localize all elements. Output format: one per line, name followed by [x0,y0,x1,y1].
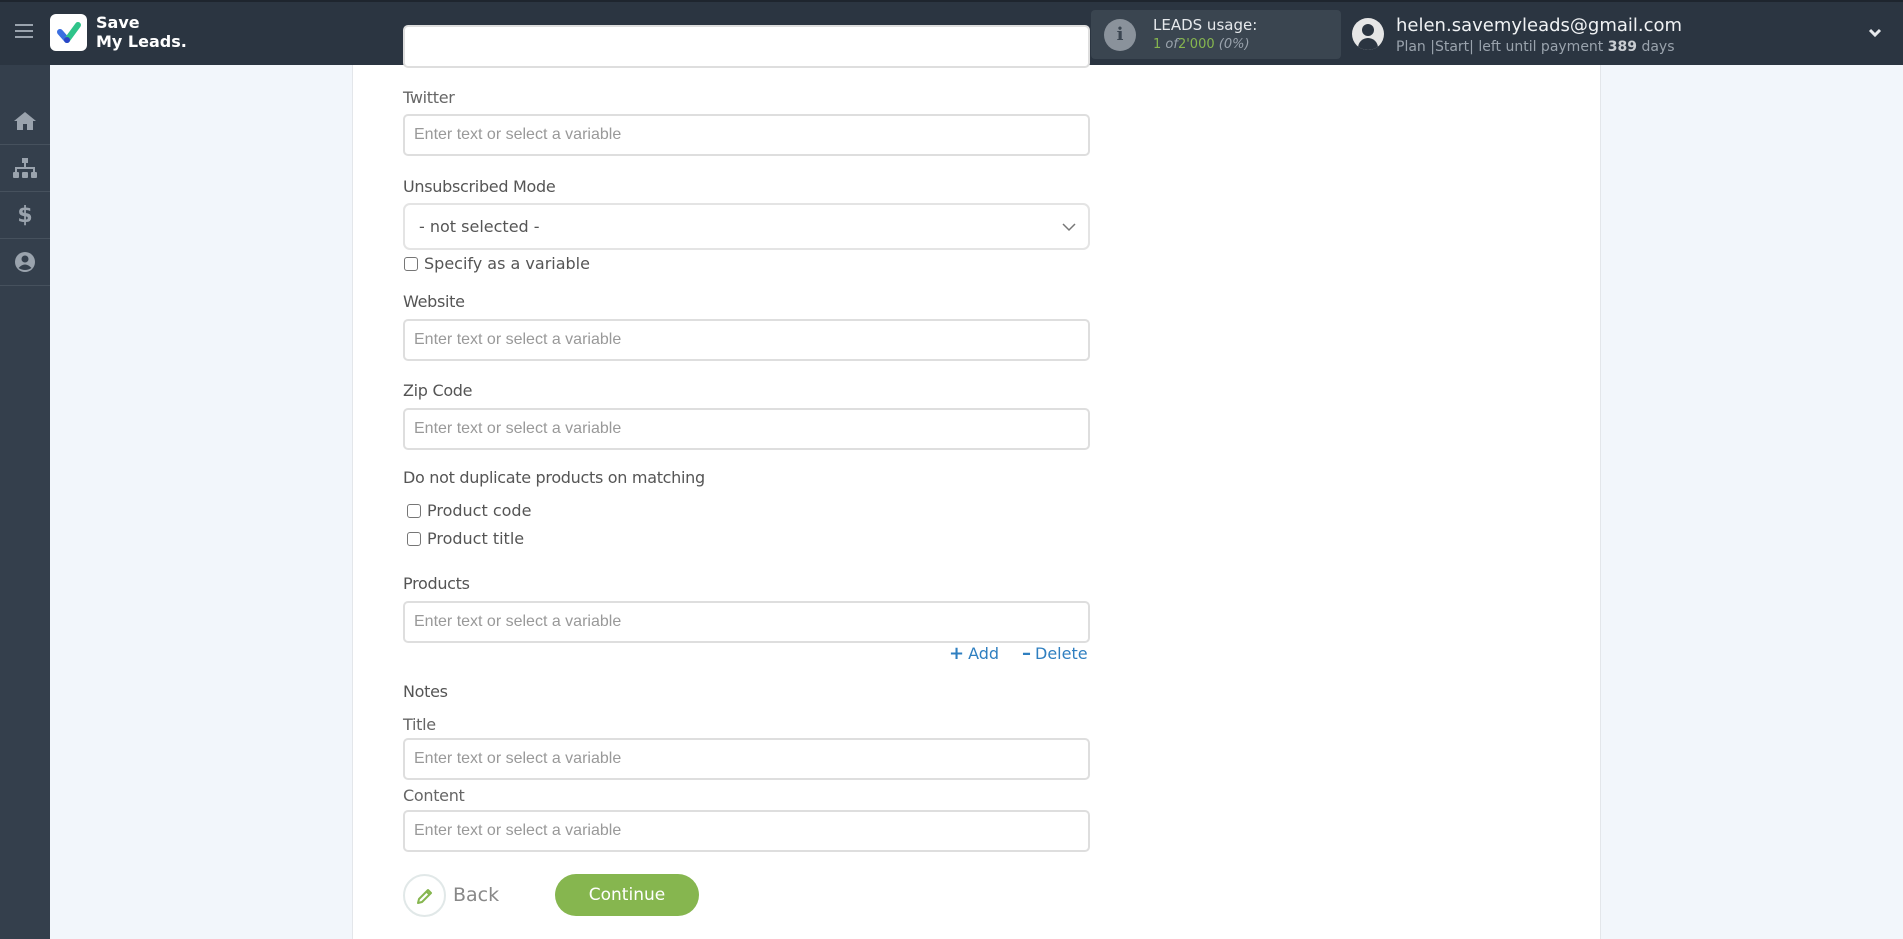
notes-title-input[interactable]: Enter text or select a variable [403,738,1090,780]
product-code-label: Product code [427,501,532,520]
website-label: Website [403,292,465,311]
add-product-button[interactable]: + Add [949,643,999,664]
home-icon [14,112,36,130]
chevron-down-icon [1062,223,1076,232]
specify-variable-checkbox[interactable]: Specify as a variable [404,254,590,273]
products-input[interactable]: Enter text or select a variable [403,601,1090,643]
dollar-icon: $ [17,202,33,228]
delete-label: Delete [1035,644,1088,663]
sidebar-item-home[interactable] [0,98,50,145]
notes-content-label: Content [403,786,465,805]
twitter-input[interactable]: Enter text or select a variable [403,114,1090,156]
checkbox[interactable] [404,256,418,271]
sidebar-item-billing[interactable]: $ [0,192,50,239]
sidebar-item-connections[interactable] [0,145,50,192]
product-title-label: Product title [427,529,525,548]
sidebar: $ [0,65,50,939]
checkbox[interactable] [407,531,421,546]
back-button[interactable] [403,874,446,917]
products-label: Products [403,574,470,593]
notes-title-label: Title [403,715,436,734]
checkbox[interactable] [407,503,421,518]
sitemap-icon [13,158,37,178]
zip-code-label: Zip Code [403,381,473,400]
notes-content-input[interactable]: Enter text or select a variable [403,810,1090,852]
content-panel [352,65,1601,939]
notes-label: Notes [403,682,448,701]
minus-icon: – [1022,643,1031,664]
unsubscribed-mode-value: - not selected - [419,217,540,236]
sidebar-item-account[interactable] [0,239,50,286]
continue-button[interactable]: Continue [555,874,699,916]
twitter-label: Twitter [403,88,455,107]
website-input[interactable]: Enter text or select a variable [403,319,1090,361]
plus-icon: + [949,643,965,664]
product-title-checkbox[interactable]: Product title [407,529,524,548]
back-label[interactable]: Back [453,884,499,906]
zip-code-input[interactable]: Enter text or select a variable [403,408,1090,450]
user-circle-icon [15,252,35,272]
unsubscribed-mode-select[interactable]: - not selected - [403,203,1090,250]
no-duplicate-products-label: Do not duplicate products on matching [403,468,705,487]
delete-product-button[interactable]: – Delete [1022,643,1088,664]
specify-variable-label: Specify as a variable [424,254,590,273]
unsubscribed-mode-label: Unsubscribed Mode [403,177,556,196]
add-label: Add [968,644,1000,663]
pencil-icon [416,888,432,904]
product-code-checkbox[interactable]: Product code [407,501,531,520]
